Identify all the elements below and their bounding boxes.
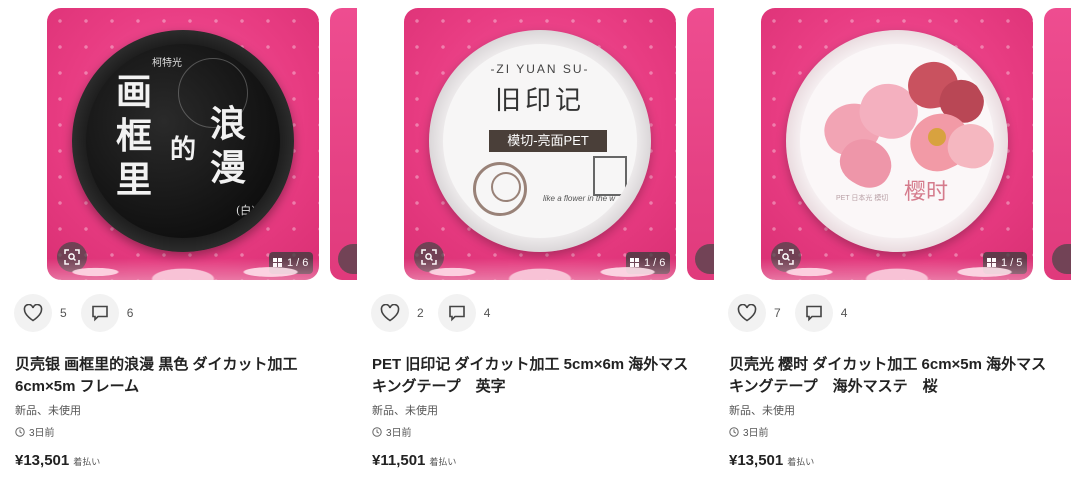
comment-count: 4 bbox=[840, 306, 848, 320]
heart-icon bbox=[23, 304, 43, 322]
image-search-button[interactable] bbox=[771, 242, 801, 272]
heart-icon bbox=[380, 304, 400, 322]
tape-subtitle: PET 日本光 模切 bbox=[836, 195, 889, 202]
next-photo-preview[interactable] bbox=[687, 8, 714, 280]
product-photo[interactable]: -ZI YUAN SU- 旧印记 模切-亮面PET like a flower … bbox=[404, 8, 676, 280]
price-value: ¥13,501 bbox=[729, 452, 784, 469]
shipping-note: 着払い bbox=[429, 457, 457, 467]
comment-button[interactable] bbox=[437, 294, 476, 332]
tape-text: 的 bbox=[170, 135, 197, 165]
heart-icon bbox=[737, 304, 757, 322]
posted-time-text: 3日前 bbox=[29, 428, 55, 439]
listing-card[interactable]: -ZI YUAN SU- 旧印记 模切-亮面PET like a flower … bbox=[357, 0, 714, 481]
condition-label: 新品、未使用 bbox=[372, 405, 438, 417]
product-photo[interactable]: 樱时 PET 日本光 模切 1 / 5 bbox=[761, 8, 1033, 280]
image-carousel[interactable]: 樱时 PET 日本光 模切 1 / 5 bbox=[761, 8, 1071, 280]
shipping-note: 着払い bbox=[787, 457, 815, 467]
tape-text: 里 bbox=[116, 159, 153, 201]
image-carousel[interactable]: -ZI YUAN SU- 旧印记 模切-亮面PET like a flower … bbox=[404, 8, 714, 280]
clock-icon bbox=[15, 426, 25, 437]
grid-icon bbox=[630, 258, 640, 268]
tape-tag: (白) bbox=[236, 204, 256, 217]
comment-button[interactable] bbox=[794, 294, 833, 332]
washi-tape-image: 樱时 PET 日本光 模切 bbox=[786, 30, 1008, 252]
listing-title[interactable]: PET 旧印记 ダイカット加工 5cm×6m 海外マスキングテープ 英字 bbox=[372, 354, 692, 398]
next-photo-preview[interactable] bbox=[1044, 8, 1071, 280]
scan-icon bbox=[421, 249, 437, 265]
clock-icon bbox=[729, 426, 739, 437]
scan-icon bbox=[778, 249, 794, 265]
posted-time: 3日前 bbox=[15, 424, 55, 439]
tape-script: like a flower in the w bbox=[543, 194, 616, 203]
posted-time: 3日前 bbox=[372, 424, 412, 439]
condition-label: 新品、未使用 bbox=[729, 405, 795, 417]
comment-icon bbox=[91, 305, 108, 322]
tape-text: 画框 bbox=[116, 71, 153, 157]
price-value: ¥13,501 bbox=[15, 452, 70, 469]
price-value: ¥11,501 bbox=[372, 452, 426, 469]
tape-band: 模切-亮面PET bbox=[489, 130, 607, 152]
image-carousel[interactable]: 柯特光 画框 里 的 浪漫 (白) 1 / 6 bbox=[47, 8, 357, 280]
like-count: 2 bbox=[417, 306, 424, 320]
tape-small-text: 柯特光 bbox=[152, 58, 182, 69]
tape-title: 樱时 bbox=[904, 180, 949, 205]
action-bar: 2 4 bbox=[371, 294, 504, 332]
like-count: 5 bbox=[60, 306, 67, 320]
like-button[interactable] bbox=[371, 294, 409, 332]
action-bar: 5 6 bbox=[14, 294, 147, 332]
washi-tape-image: -ZI YUAN SU- 旧印记 模切-亮面PET like a flower … bbox=[429, 30, 651, 252]
listing-card[interactable]: 柯特光 画框 里 的 浪漫 (白) 1 / 6 5 6 贝壳银 画框里的浪漫 黒… bbox=[0, 0, 357, 481]
posted-time-text: 3日前 bbox=[386, 428, 412, 439]
image-count-badge: 1 / 5 bbox=[983, 252, 1027, 274]
like-count: 7 bbox=[774, 306, 781, 320]
product-photo[interactable]: 柯特光 画框 里 的 浪漫 (白) 1 / 6 bbox=[47, 8, 319, 280]
price: ¥11,501 着払い bbox=[372, 452, 456, 469]
price: ¥13,501 着払い bbox=[729, 452, 814, 469]
action-bar: 7 4 bbox=[728, 294, 861, 332]
clock-icon bbox=[372, 426, 382, 437]
like-button[interactable] bbox=[14, 294, 52, 332]
posted-time: 3日前 bbox=[729, 424, 769, 439]
comment-count: 6 bbox=[126, 306, 134, 320]
image-count-badge: 1 / 6 bbox=[626, 252, 670, 274]
tape-title: 旧印记 bbox=[494, 86, 585, 116]
image-search-button[interactable] bbox=[57, 242, 87, 272]
next-photo-preview[interactable] bbox=[330, 8, 357, 280]
listing-card[interactable]: 樱时 PET 日本光 模切 1 / 5 7 4 贝壳光 樱时 ダイカット加工 6… bbox=[714, 0, 1071, 481]
washi-tape-image: 柯特光 画框 里 的 浪漫 (白) bbox=[72, 30, 294, 252]
comment-icon bbox=[805, 305, 822, 322]
comment-count: 4 bbox=[483, 306, 491, 320]
posted-time-text: 3日前 bbox=[743, 428, 769, 439]
like-button[interactable] bbox=[728, 294, 766, 332]
grid-icon bbox=[273, 258, 283, 268]
tape-brand: -ZI YUAN SU- bbox=[490, 62, 590, 76]
price: ¥13,501 着払い bbox=[15, 452, 100, 469]
image-count-badge: 1 / 6 bbox=[269, 252, 313, 274]
image-counter: 1 / 6 bbox=[644, 257, 666, 269]
listing-title[interactable]: 贝壳银 画框里的浪漫 黒色 ダイカット加工 6cm×5m フレーム bbox=[15, 354, 335, 398]
grid-icon bbox=[987, 258, 997, 268]
comment-button[interactable] bbox=[80, 294, 119, 332]
image-search-button[interactable] bbox=[414, 242, 444, 272]
tape-text: 浪漫 bbox=[210, 103, 247, 189]
image-counter: 1 / 6 bbox=[287, 257, 309, 269]
image-counter: 1 / 5 bbox=[1001, 257, 1023, 269]
listing-title[interactable]: 贝壳光 樱时 ダイカット加工 6cm×5m 海外マスキングテープ 海外マステ 桜 bbox=[729, 354, 1049, 398]
condition-label: 新品、未使用 bbox=[15, 405, 81, 417]
shipping-note: 着払い bbox=[73, 457, 101, 467]
scan-icon bbox=[64, 249, 80, 265]
comment-icon bbox=[448, 305, 465, 322]
